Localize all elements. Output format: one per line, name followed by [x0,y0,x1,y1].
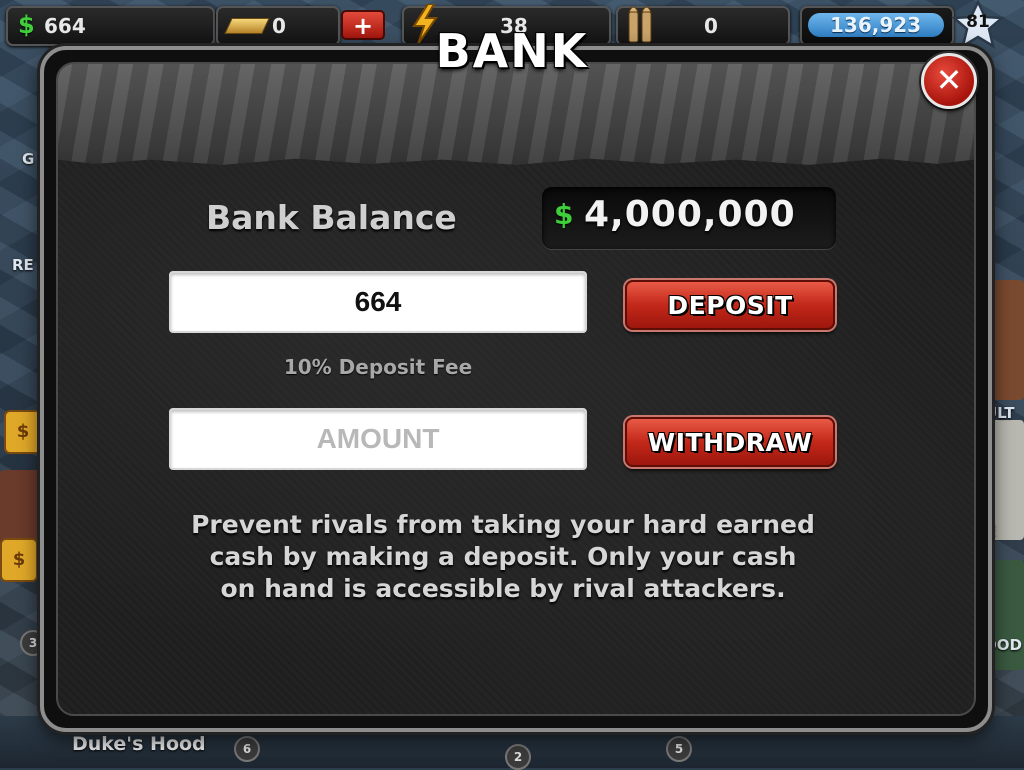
moneybag-icon[interactable]: $ [0,538,38,582]
info-line: cash by making a deposit. Only your cash [209,542,797,571]
bank-balance-value: 4,000,000 [584,194,796,235]
side-menu-label[interactable]: RE [12,256,34,274]
dialog-title: BANK [435,24,589,78]
info-line: Prevent rivals from taking your hard ear… [191,510,815,539]
side-menu-label[interactable]: G [22,150,34,168]
moneybag-icon[interactable]: $ [4,410,42,454]
deposit-amount-input[interactable] [169,271,587,333]
info-line: on hand is accessible by rival attackers… [220,574,786,603]
plot-number-badge: 6 [234,736,260,762]
bank-dialog [40,46,992,732]
deposit-button[interactable]: DEPOSIT [625,280,835,330]
dollar-icon: $ [554,198,574,231]
bank-balance-label: Bank Balance [206,198,457,237]
bank-dialog-header [58,64,974,165]
close-button[interactable]: ✕ [921,53,977,109]
bank-info-text: Prevent rivals from taking your hard ear… [170,509,836,605]
bank-dialog-panel [56,62,976,716]
hood-name-label[interactable]: Duke's Hood [72,733,206,755]
plot-number-badge: 2 [505,744,531,770]
withdraw-amount-input[interactable] [169,408,587,470]
plot-number-badge: 5 [666,736,692,762]
deposit-fee-note: 10% Deposit Fee [283,355,473,379]
withdraw-button[interactable]: WITHDRAW [625,417,835,467]
